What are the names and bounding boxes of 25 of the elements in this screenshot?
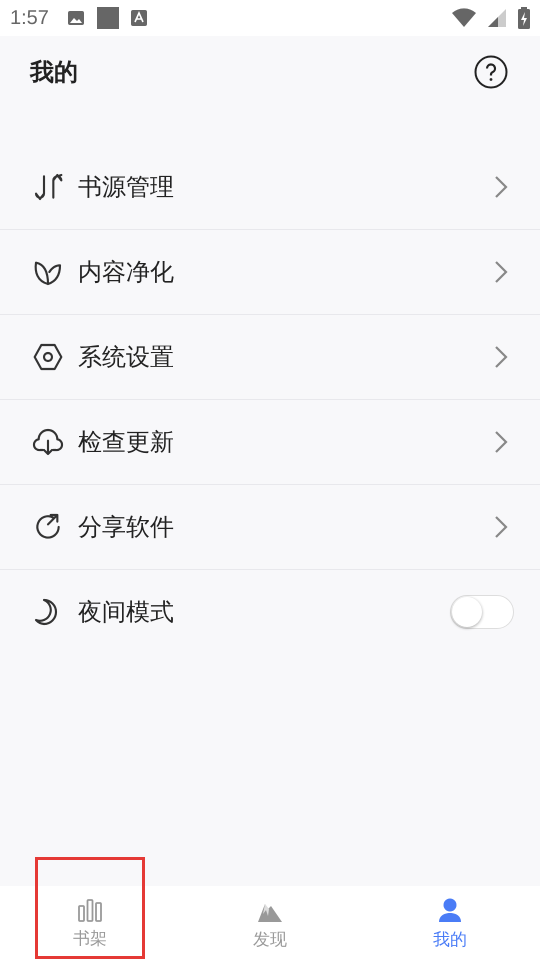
chevron-right-icon (492, 429, 510, 455)
settings-icon (32, 341, 64, 373)
chevron-right-icon (492, 344, 510, 370)
menu-item-label[interactable]: 检查更新 (78, 426, 478, 458)
chevron-right-icon (492, 259, 510, 285)
signal-icon (488, 9, 506, 27)
menu-item-label[interactable]: 系统设置 (78, 341, 478, 373)
swap-arrows-icon (32, 171, 64, 203)
toggle-switch[interactable] (450, 595, 514, 629)
image-icon (66, 9, 85, 27)
status-time: 1:57 (10, 6, 49, 30)
menu-item-label[interactable]: 分享软件 (78, 511, 478, 543)
menu-item-label[interactable]: 内容净化 (78, 256, 478, 288)
menu-item-label[interactable]: 书源管理 (78, 171, 478, 203)
chevron-right-icon (492, 174, 510, 200)
wifi-icon (452, 8, 476, 28)
font-icon (130, 10, 147, 26)
nav-tab[interactable]: 我的 (360, 886, 540, 960)
help-icon[interactable] (474, 55, 508, 89)
chevron-right-icon (492, 514, 510, 540)
menu-item-label[interactable]: 夜间模式 (78, 596, 436, 628)
cloud-download-icon (32, 426, 64, 458)
page-title: 我的 (30, 57, 78, 88)
battery-icon (518, 7, 530, 29)
square-icon (96, 7, 119, 29)
